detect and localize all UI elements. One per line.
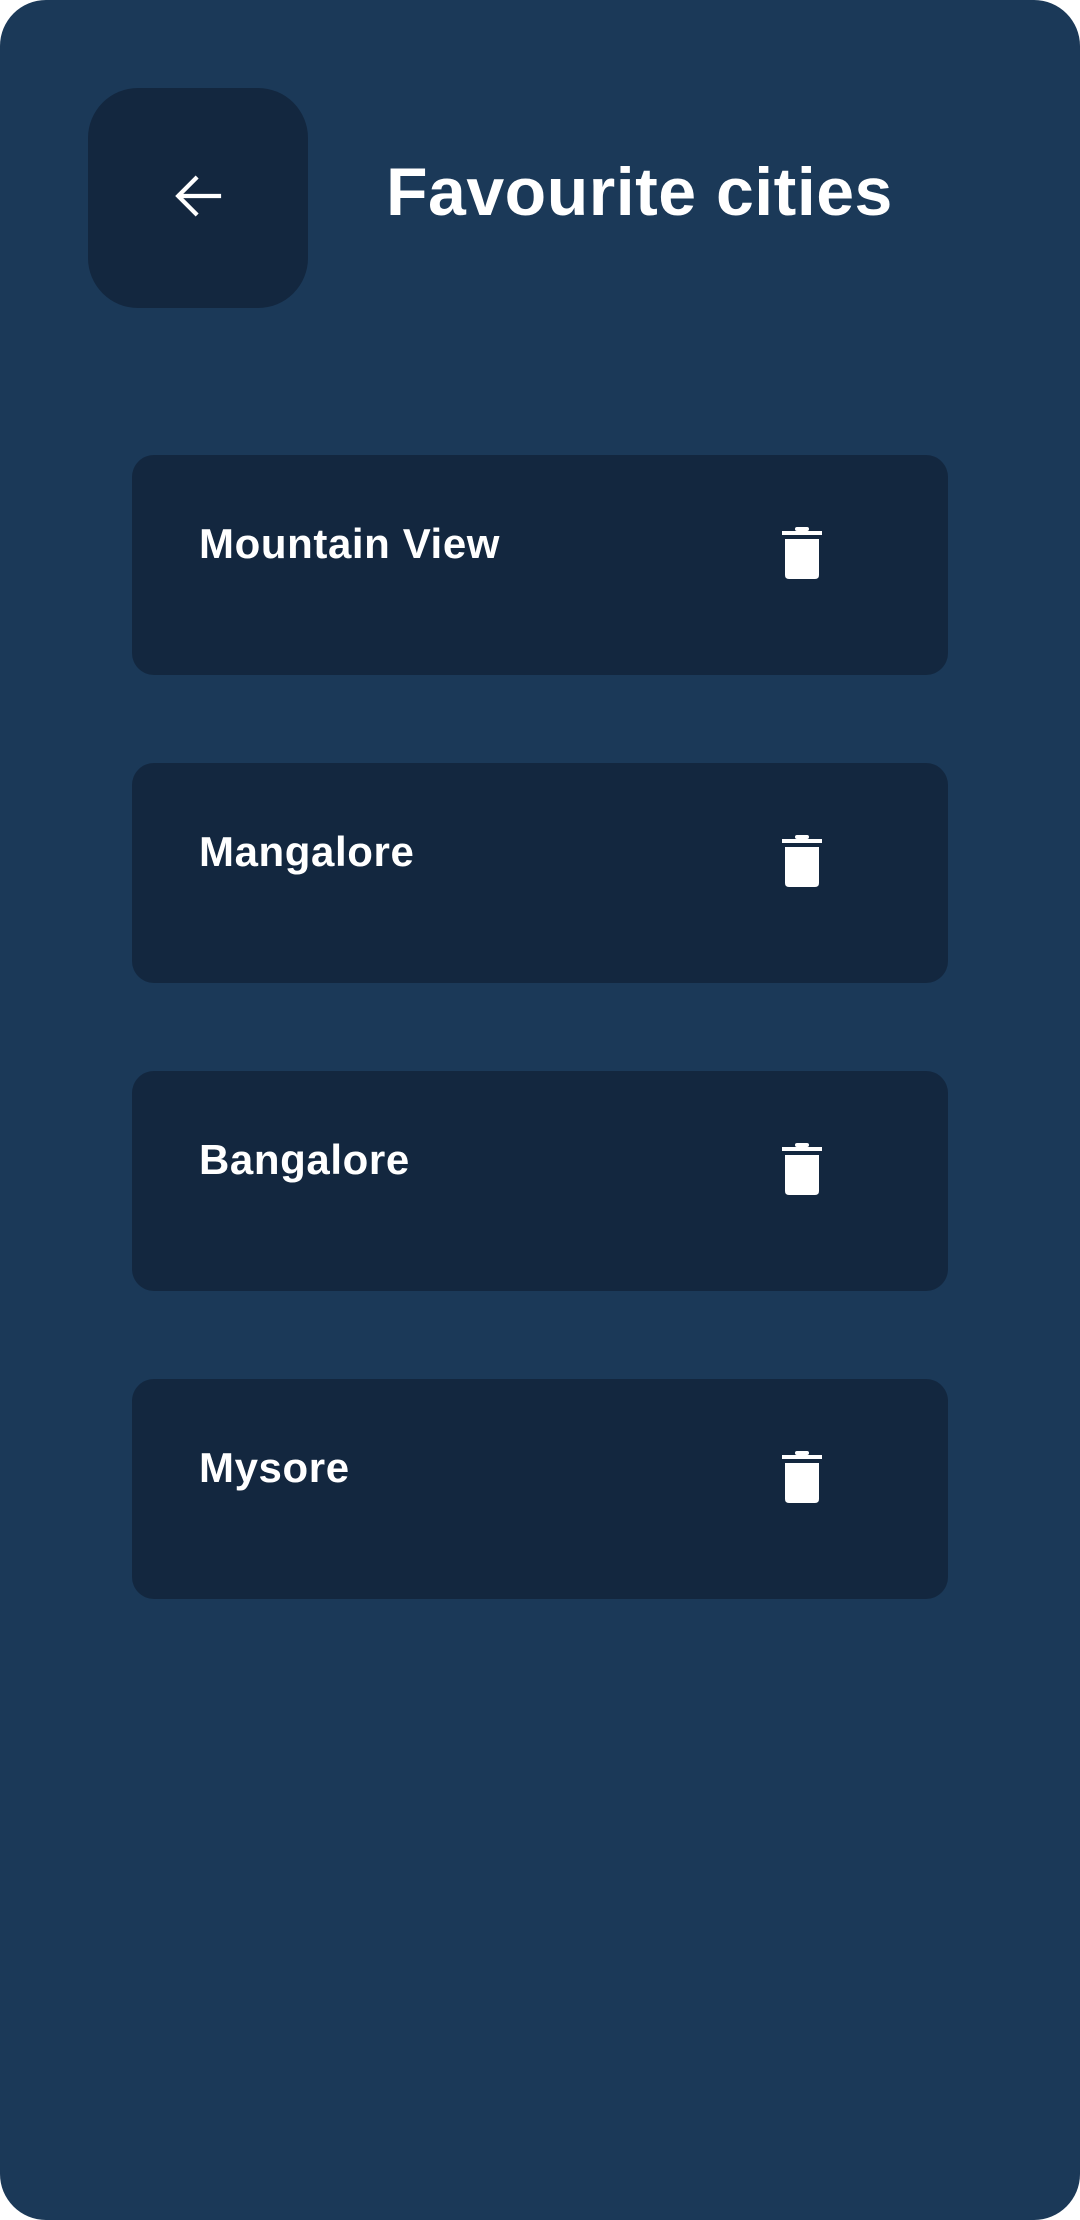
trash-icon: [782, 1143, 822, 1200]
city-card[interactable]: Mountain View: [132, 455, 948, 675]
trash-icon: [782, 835, 822, 892]
city-card[interactable]: Bangalore: [132, 1071, 948, 1291]
delete-city-button[interactable]: [772, 527, 832, 597]
delete-city-button[interactable]: [772, 1451, 832, 1521]
back-button[interactable]: [88, 88, 308, 308]
delete-city-button[interactable]: [772, 1143, 832, 1213]
delete-city-button[interactable]: [772, 835, 832, 905]
favourite-cities-screen: Favourite cities Mountain View Mangalore: [0, 0, 1080, 2220]
city-name: Mangalore: [199, 828, 415, 875]
city-card[interactable]: Mysore: [132, 1379, 948, 1599]
trash-icon: [782, 1451, 822, 1508]
page-title: Favourite cities: [386, 154, 893, 230]
city-list: Mountain View Mangalore Bangalore Mysore: [132, 455, 948, 1687]
trash-icon: [782, 527, 822, 584]
arrow-left-icon: [170, 168, 226, 229]
city-name: Mysore: [199, 1444, 350, 1491]
city-card[interactable]: Mangalore: [132, 763, 948, 983]
city-name: Bangalore: [199, 1136, 410, 1183]
city-name: Mountain View: [199, 520, 501, 567]
